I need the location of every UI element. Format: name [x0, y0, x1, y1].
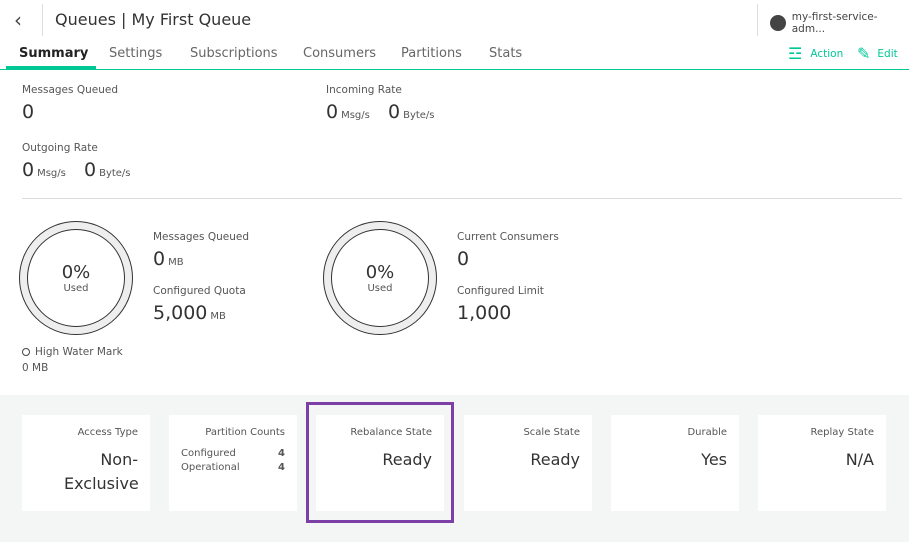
card-durable: Durable Yes [611, 415, 739, 511]
storage-mq-value: 0 MB [153, 248, 184, 270]
outgoing-rate-label: Outgoing Rate [22, 142, 98, 154]
quota-label: Configured Quota [153, 285, 246, 297]
consumers-used-label: Used [367, 283, 393, 294]
consumers-percent: 0% [365, 262, 395, 283]
user-name: my-first-service-adm... [791, 11, 878, 35]
storage-mq-label: Messages Queued [153, 231, 249, 243]
hwm-value: 0 MB [22, 362, 49, 374]
card-replay-state: Replay State N/A [758, 415, 886, 511]
quota-value: 5,000 MB [153, 302, 226, 324]
divider [757, 4, 758, 36]
tab-stats[interactable]: Stats [489, 46, 522, 61]
outgoing-rate-value: 0 Msg/s 0 Byte/s [22, 159, 131, 181]
highlight-box [306, 402, 454, 523]
messages-queued-value: 0 [22, 101, 35, 123]
high-water-mark: High Water Mark [22, 346, 123, 358]
tab-partitions[interactable]: Partitions [401, 46, 462, 61]
card-access-type: Access Type Non-Exclusive [22, 415, 150, 511]
storage-used-label: Used [63, 283, 89, 294]
limit-value: 1,000 [457, 302, 512, 324]
tab-settings[interactable]: Settings [109, 46, 162, 61]
edit-button[interactable]: ✎ Edit [857, 44, 898, 63]
sliders-icon: ☲ [788, 44, 803, 63]
section-divider [22, 198, 902, 199]
storage-gauge: 0% Used [19, 221, 133, 335]
current-consumers-label: Current Consumers [457, 231, 559, 243]
user-icon [770, 15, 786, 31]
current-consumers-value: 0 [457, 248, 470, 270]
messages-queued-label: Messages Queued [22, 84, 118, 96]
limit-label: Configured Limit [457, 285, 544, 297]
circle-icon [22, 348, 30, 356]
back-button[interactable]: ‹ [14, 8, 22, 32]
user-menu[interactable]: my-first-service-adm... [770, 11, 909, 35]
incoming-rate-label: Incoming Rate [326, 84, 402, 96]
action-button[interactable]: ☲ Action [788, 44, 843, 63]
pencil-icon: ✎ [857, 44, 871, 63]
page-title: Queues | My First Queue [55, 10, 252, 29]
tabs-divider [0, 69, 909, 70]
tab-summary[interactable]: Summary [19, 46, 88, 61]
tab-subscriptions[interactable]: Subscriptions [190, 46, 278, 61]
divider [42, 4, 43, 36]
tab-consumers[interactable]: Consumers [303, 46, 376, 61]
consumers-gauge: 0% Used [323, 221, 437, 335]
card-scale-state: Scale State Ready [464, 415, 592, 511]
storage-percent: 0% [61, 262, 91, 283]
card-partition-counts: Partition Counts Configured 4 Operational… [169, 415, 297, 511]
incoming-rate-value: 0 Msg/s 0 Byte/s [326, 101, 435, 123]
